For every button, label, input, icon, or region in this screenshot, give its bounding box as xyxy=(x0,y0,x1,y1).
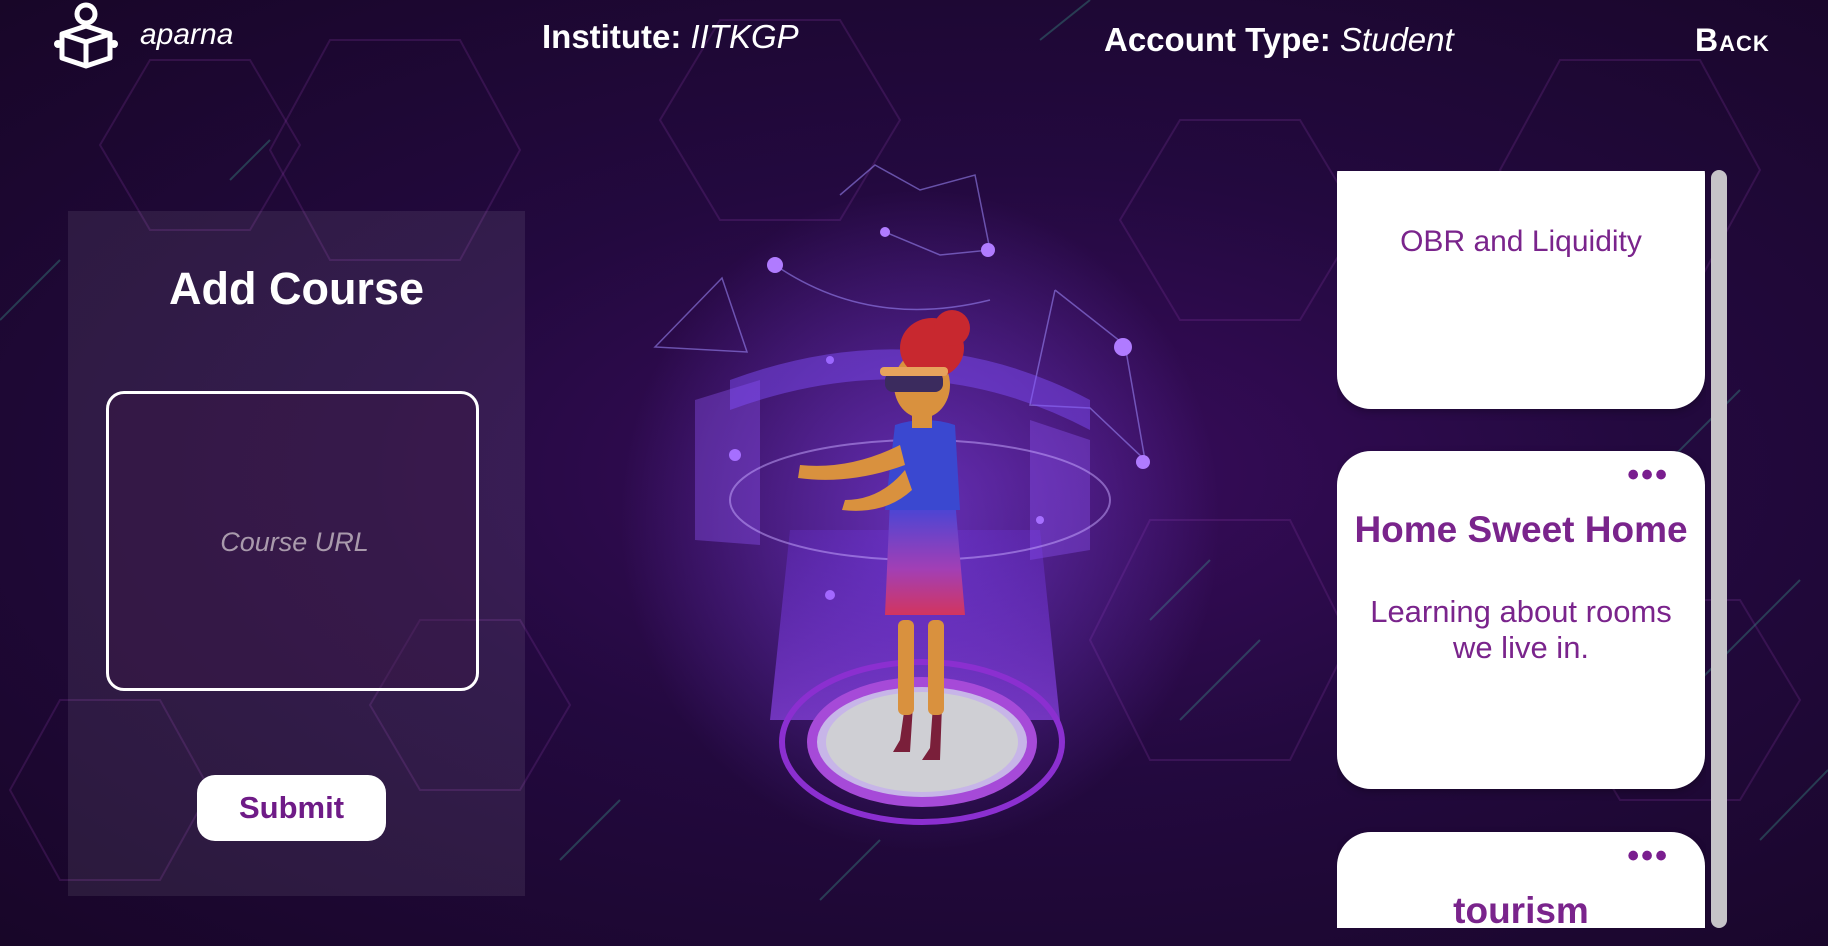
account-type-info: Account Type: Student xyxy=(1104,21,1454,59)
more-dots-icon[interactable]: ••• xyxy=(1627,839,1669,873)
institute-label: Institute: xyxy=(542,18,682,55)
institute-info: Institute: IITKGP xyxy=(542,18,799,56)
submit-button[interactable]: Submit xyxy=(197,775,386,841)
add-course-panel: Add Course Submit xyxy=(68,211,525,896)
course-url-input[interactable] xyxy=(109,394,480,690)
app-window: aparna Institute: IITKGP Account Type: S… xyxy=(0,0,1828,950)
course-title: Home Sweet Home xyxy=(1354,509,1688,550)
course-description: Learning about rooms we live in. xyxy=(1370,594,1672,665)
course-card[interactable]: ••• tourism xyxy=(1337,832,1705,928)
course-card[interactable]: ••• Home Sweet Home Learning about rooms… xyxy=(1337,451,1705,789)
bottom-border xyxy=(0,946,1828,950)
course-title: tourism xyxy=(1453,890,1589,928)
course-list-scrollbar[interactable] xyxy=(1711,170,1727,928)
course-list[interactable]: OBR and Liquidity ••• Home Sweet Home Le… xyxy=(1337,171,1706,928)
back-button[interactable]: Back xyxy=(1695,22,1770,59)
course-url-field[interactable] xyxy=(106,391,480,691)
username-label: aparna xyxy=(140,18,234,51)
more-dots-icon[interactable]: ••• xyxy=(1627,458,1669,492)
course-title: OBR and Liquidity xyxy=(1400,225,1642,258)
institute-value: IITKGP xyxy=(690,18,799,55)
account-type-label: Account Type: xyxy=(1104,21,1331,58)
student-book-icon xyxy=(54,2,118,69)
course-card[interactable]: OBR and Liquidity xyxy=(1337,171,1705,409)
account-type-value: Student xyxy=(1339,21,1454,58)
add-course-title: Add Course xyxy=(168,263,424,314)
